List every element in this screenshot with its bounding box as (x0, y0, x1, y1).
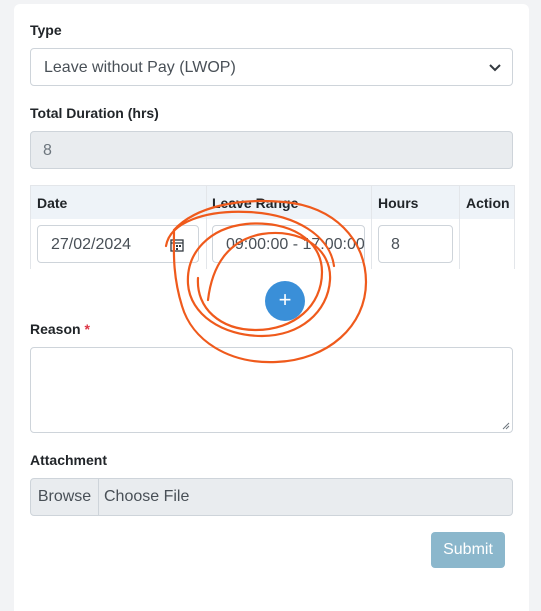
column-divider (371, 185, 372, 269)
attachment-label: Attachment (30, 452, 108, 468)
reason-textarea[interactable] (30, 347, 513, 433)
reason-label: Reason * (30, 321, 90, 337)
column-divider (459, 185, 460, 269)
column-divider (514, 185, 515, 269)
leave-range-input[interactable]: 09:00:00 - 17:00:00 (212, 225, 365, 263)
date-input[interactable]: 27/02/2024 (37, 225, 199, 263)
chevron-down-icon (489, 64, 501, 72)
date-value: 27/02/2024 (51, 236, 132, 253)
header-date: Date (37, 195, 68, 211)
duration-value: 8 (43, 142, 52, 159)
column-divider (206, 185, 207, 269)
duration-field: 8 (30, 131, 513, 169)
hours-value: 8 (391, 236, 400, 253)
leave-form-card: Type Leave without Pay (LWOP) Total Dura… (14, 4, 529, 611)
type-label: Type (30, 22, 62, 38)
table-header: Date Leave Range Hours Action (31, 185, 515, 219)
submit-button[interactable]: Submit (431, 532, 505, 568)
header-hours: Hours (378, 195, 419, 211)
hours-input[interactable]: 8 (378, 225, 453, 263)
plus-icon: + (278, 287, 292, 312)
required-mark: * (84, 321, 90, 337)
attachment-file-input[interactable]: Browse Choose File (30, 478, 513, 516)
leave-range-value: 09:00:00 - 17:00:00 (226, 236, 365, 253)
header-leave-range: Leave Range (212, 195, 299, 211)
resize-grip-icon[interactable] (502, 422, 510, 430)
header-action: Action (466, 195, 510, 211)
calendar-icon[interactable] (170, 238, 184, 252)
type-select[interactable]: Leave without Pay (LWOP) (30, 48, 513, 86)
type-select-value: Leave without Pay (LWOP) (44, 59, 236, 76)
browse-button[interactable]: Browse (31, 479, 99, 515)
file-placeholder: Choose File (104, 488, 190, 505)
reason-label-text: Reason (30, 321, 81, 337)
add-row-button[interactable]: + (265, 281, 305, 321)
leave-dates-table: Date Leave Range Hours Action 27/02/2024… (30, 185, 515, 269)
duration-label: Total Duration (hrs) (30, 105, 159, 121)
